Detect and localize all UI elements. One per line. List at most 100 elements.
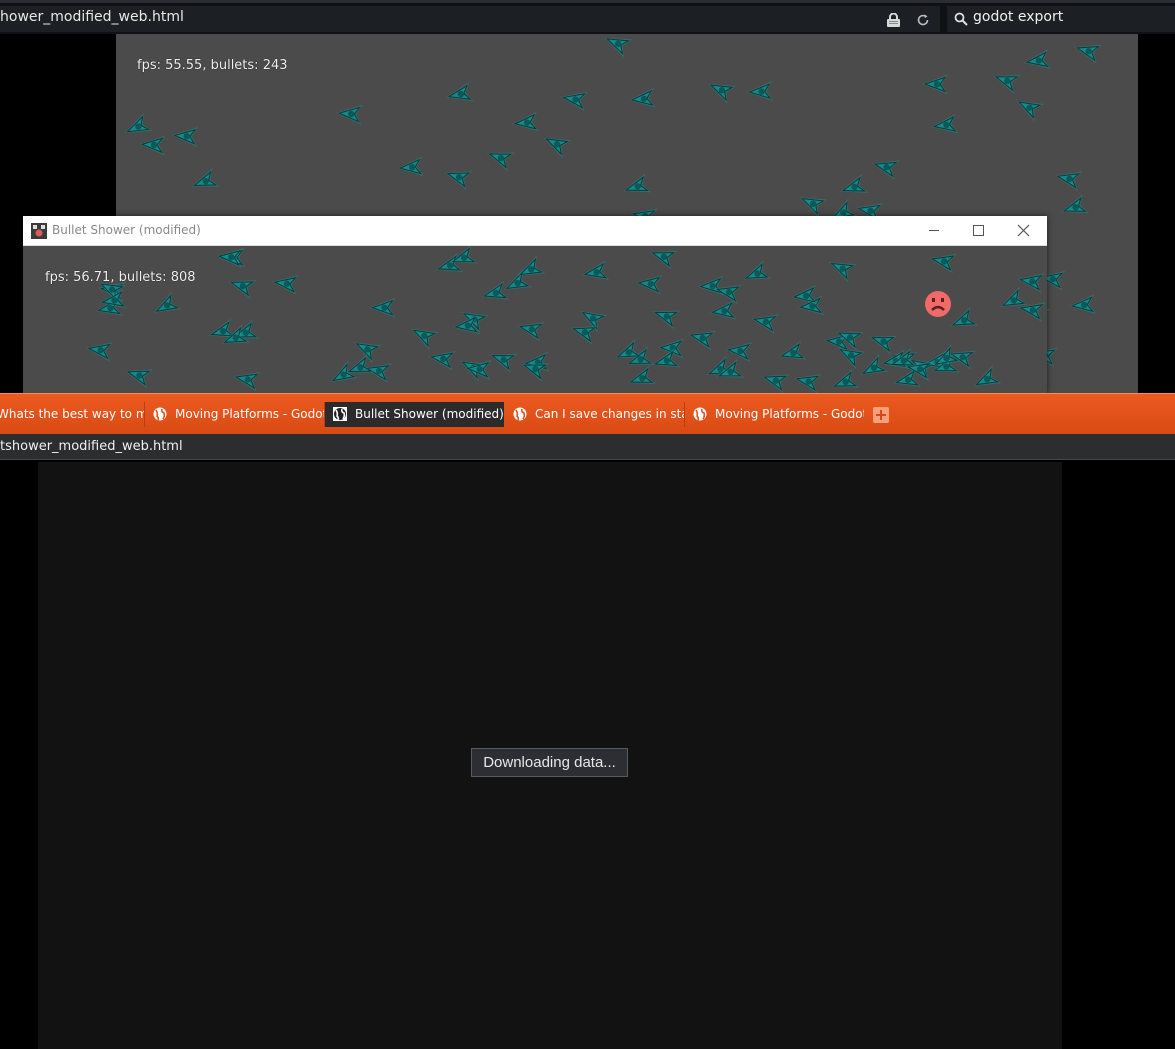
bullet-sprite: [922, 74, 949, 95]
game-window: Bullet Shower (modified) fps: 56.71, bul…: [23, 216, 1047, 394]
globe-icon: [513, 407, 527, 421]
url-text[interactable]: hower_modified_web.html: [0, 9, 184, 25]
bullet-sprite: [411, 328, 439, 350]
bullet-sprite: [444, 171, 473, 191]
globe-icon: [333, 407, 347, 421]
new-tab-button[interactable]: [873, 407, 889, 423]
bullet-sprite: [512, 111, 540, 132]
tab-label: Can I save changes in static b: [535, 407, 684, 421]
bullet-sprite: [869, 335, 898, 355]
maximize-icon: [973, 225, 984, 236]
bullet-sprite: [1069, 294, 1096, 314]
bullet-sprite: [1016, 100, 1045, 122]
bullet-sprite: [794, 374, 822, 394]
bullet-sprite: [125, 369, 153, 389]
bullet-sprite: [428, 350, 456, 371]
tab-1[interactable]: Moving Platforms - Godot Eng: [145, 402, 324, 427]
address-text[interactable]: tshower_modified_web.html: [0, 439, 183, 454]
minimize-button[interactable]: [911, 216, 956, 246]
bullet-sprite: [1061, 194, 1090, 214]
bullet-sprite: [1074, 44, 1103, 64]
tab-2-active[interactable]: Bullet Shower (modified): [325, 402, 504, 427]
bullet-sprite: [829, 262, 857, 283]
bullet-sprite: [761, 374, 790, 394]
url-bar[interactable]: hower_modified_web.html: [0, 6, 940, 32]
bullet-sprite: [635, 274, 663, 295]
bullet-sprite: [831, 368, 860, 388]
globe-icon: [153, 407, 167, 421]
bullet-sprite: [649, 250, 678, 270]
bullet-sprite: [153, 291, 182, 313]
bullet-sprite: [628, 365, 656, 385]
close-icon: [1017, 224, 1030, 237]
bullets-layer: [85, 246, 1046, 394]
fps-counter: fps: 56.71, bullets: 808: [45, 270, 196, 285]
bullet-sprite: [751, 314, 779, 334]
app-icon: [31, 223, 47, 239]
bullet-sprite: [272, 275, 300, 295]
minimize-icon: [929, 230, 939, 231]
bullet-sprite: [628, 87, 656, 108]
tab-4[interactable]: Moving Platforms - Godot Eng: [685, 402, 864, 427]
bullet-sprite: [581, 260, 610, 281]
bullet-sprite: [486, 152, 515, 172]
bullet-sprite: [446, 81, 474, 102]
close-button[interactable]: [1001, 216, 1046, 246]
bullet-sprite: [191, 167, 220, 187]
bullet-sprite: [85, 342, 114, 362]
tab-label: Whats the best way to make: [0, 407, 144, 421]
maximize-button[interactable]: [956, 216, 1001, 246]
bullet-sprite: [709, 299, 737, 320]
tab-0[interactable]: Whats the best way to make: [0, 402, 144, 427]
bullet-sprite: [652, 310, 681, 330]
bullet-sprite: [929, 253, 957, 274]
reload-icon[interactable]: [915, 12, 931, 28]
bullet-sprite: [397, 156, 424, 177]
address-bar[interactable]: tshower_modified_web.html: [0, 434, 1175, 460]
bullet-sprite: [725, 342, 753, 363]
bullet-sprite: [743, 260, 772, 280]
bullet-sprite: [623, 173, 652, 193]
game-canvas[interactable]: fps: 56.71, bullets: 808: [23, 246, 1047, 394]
tab-3[interactable]: Can I save changes in static b: [505, 402, 684, 427]
bullet-sprite: [778, 340, 807, 360]
bullet-sprite: [708, 83, 737, 104]
bullet-sprite: [481, 280, 510, 300]
new-tab-icon: [876, 410, 886, 420]
bullet-sprite: [489, 354, 518, 373]
bullet-sprite: [171, 126, 199, 147]
bullet-sprite: [840, 173, 869, 193]
bullet-sprite: [139, 135, 166, 156]
sad-face-icon: [925, 291, 951, 317]
search-bar[interactable]: godot export: [947, 6, 1175, 32]
loading-page: Downloading data...: [38, 462, 1062, 1049]
bullet-sprite: [799, 197, 828, 218]
bullet-sprite: [1023, 49, 1052, 69]
search-icon: [954, 12, 968, 26]
search-query[interactable]: godot export: [973, 9, 1063, 25]
bullet-sprite: [543, 137, 572, 159]
bullet-sprite: [1054, 171, 1083, 192]
bullet-sprite: [746, 81, 774, 102]
bullet-sprite: [1000, 286, 1029, 307]
bullet-sprite: [330, 360, 359, 383]
loading-status: Downloading data...: [471, 748, 628, 777]
bullet-sprite: [517, 322, 545, 342]
browser-top-bar: hower_modified_web.html godot export: [0, 0, 1175, 34]
globe-icon: [693, 407, 707, 421]
bullet-sprite: [993, 75, 1021, 94]
window-titlebar[interactable]: Bullet Shower (modified): [23, 216, 1047, 246]
bullet-sprite: [1017, 273, 1045, 293]
bullet-sprite: [931, 113, 959, 134]
bullet-sprite: [336, 104, 363, 125]
bullet-sprite: [369, 297, 396, 318]
bullet-sprite: [697, 275, 725, 296]
bullet-sprite: [233, 371, 261, 392]
fps-counter: fps: 55.55, bullets: 243: [137, 58, 288, 73]
bullet-sprite: [604, 37, 633, 58]
bullet-sprite: [872, 160, 900, 180]
bullet-sprite: [688, 330, 716, 351]
bullet-sprite: [228, 279, 257, 299]
tab-strip: Whats the best way to make Moving Platfo…: [0, 393, 1175, 434]
tab-label: Bullet Shower (modified): [355, 407, 504, 421]
